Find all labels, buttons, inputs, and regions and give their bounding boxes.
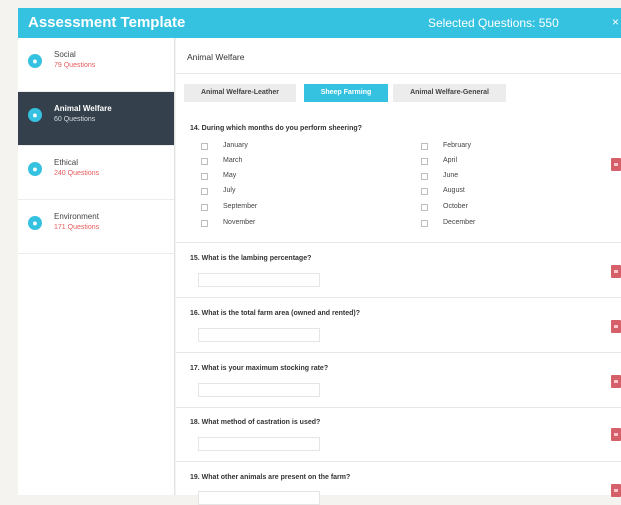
sidebar-item-label: Animal Welfare: [54, 104, 112, 113]
question-17-label: 17. What is your maximum stocking rate?: [190, 365, 329, 372]
tab-sheep-farming[interactable]: Sheep Farming: [304, 84, 388, 102]
answer-input[interactable]: [198, 437, 320, 451]
answer-input[interactable]: [198, 491, 320, 505]
checkbox[interactable]: [201, 220, 208, 227]
sidebar-item-label: Social: [54, 50, 76, 59]
sidebar-item-label: Environment: [54, 212, 99, 221]
sidebar-item-count: 240 Questions: [54, 170, 100, 177]
delete-question-button[interactable]: [611, 265, 621, 278]
divider: [176, 407, 621, 408]
checkbox[interactable]: [201, 143, 208, 150]
checkbox[interactable]: [201, 158, 208, 165]
divider: [176, 242, 621, 243]
animal-welfare-icon: ●: [28, 108, 42, 122]
answer-input[interactable]: [198, 273, 320, 287]
app-header: Assessment Template Selected Questions: …: [18, 8, 621, 38]
sidebar-item-label: Ethical: [54, 158, 79, 167]
social-icon: ●: [28, 54, 42, 68]
section-title: Animal Welfare: [187, 52, 245, 62]
delete-question-button[interactable]: [611, 375, 621, 388]
checkbox[interactable]: [201, 173, 208, 180]
checkbox[interactable]: [421, 173, 428, 180]
sidebar-item-social[interactable]: ● Social 79 Questions: [18, 38, 174, 92]
question-14-label: 14. During which months do you perform s…: [190, 125, 362, 132]
question-18-label: 18. What method of castration is used?: [190, 419, 321, 426]
tab-animal-welfare-general[interactable]: Animal Welfare-General: [393, 84, 506, 102]
question-16-label: 16. What is the total farm area (owned a…: [190, 310, 360, 317]
sidebar-item-ethical[interactable]: ● Ethical 240 Questions: [18, 146, 174, 200]
selected-questions-count: Selected Questions: 550: [428, 16, 559, 30]
sidebar-item-count: 79 Questions: [54, 62, 96, 69]
divider: [176, 297, 621, 298]
sidebar-item-animal-welfare[interactable]: ● Animal Welfare 60 Questions: [18, 92, 174, 146]
tab-animal-welfare-leather[interactable]: Animal Welfare-Leather: [184, 84, 296, 102]
category-sidebar: ● Social 79 Questions ● Animal Welfare 6…: [18, 38, 175, 495]
checkbox[interactable]: [201, 188, 208, 195]
section-header: Animal Welfare: [176, 38, 621, 74]
close-icon[interactable]: ×: [612, 15, 619, 29]
checkbox[interactable]: [421, 158, 428, 165]
divider: [176, 352, 621, 353]
checkbox[interactable]: [421, 204, 428, 211]
answer-input[interactable]: [198, 383, 320, 397]
checkbox[interactable]: [421, 143, 428, 150]
question-19-label: 19. What other animals are present on th…: [190, 474, 351, 481]
checkbox[interactable]: [421, 188, 428, 195]
sidebar-item-count: 171 Questions: [54, 224, 100, 231]
app-title: Assessment Template: [28, 14, 186, 31]
sidebar-item-count: 60 Questions: [54, 116, 96, 123]
checkbox[interactable]: [421, 220, 428, 227]
question-15-label: 15. What is the lambing percentage?: [190, 255, 312, 262]
delete-question-button[interactable]: [611, 484, 621, 497]
delete-question-button[interactable]: [611, 428, 621, 441]
checkbox[interactable]: [201, 204, 208, 211]
delete-question-button[interactable]: [611, 320, 621, 333]
question-panel: Animal Welfare Animal Welfare-Leather Sh…: [176, 38, 621, 505]
delete-question-button[interactable]: [611, 158, 621, 171]
environment-icon: ●: [28, 216, 42, 230]
ethical-icon: ●: [28, 162, 42, 176]
sidebar-item-environment[interactable]: ● Environment 171 Questions: [18, 200, 174, 254]
answer-input[interactable]: [198, 328, 320, 342]
divider: [176, 461, 621, 462]
